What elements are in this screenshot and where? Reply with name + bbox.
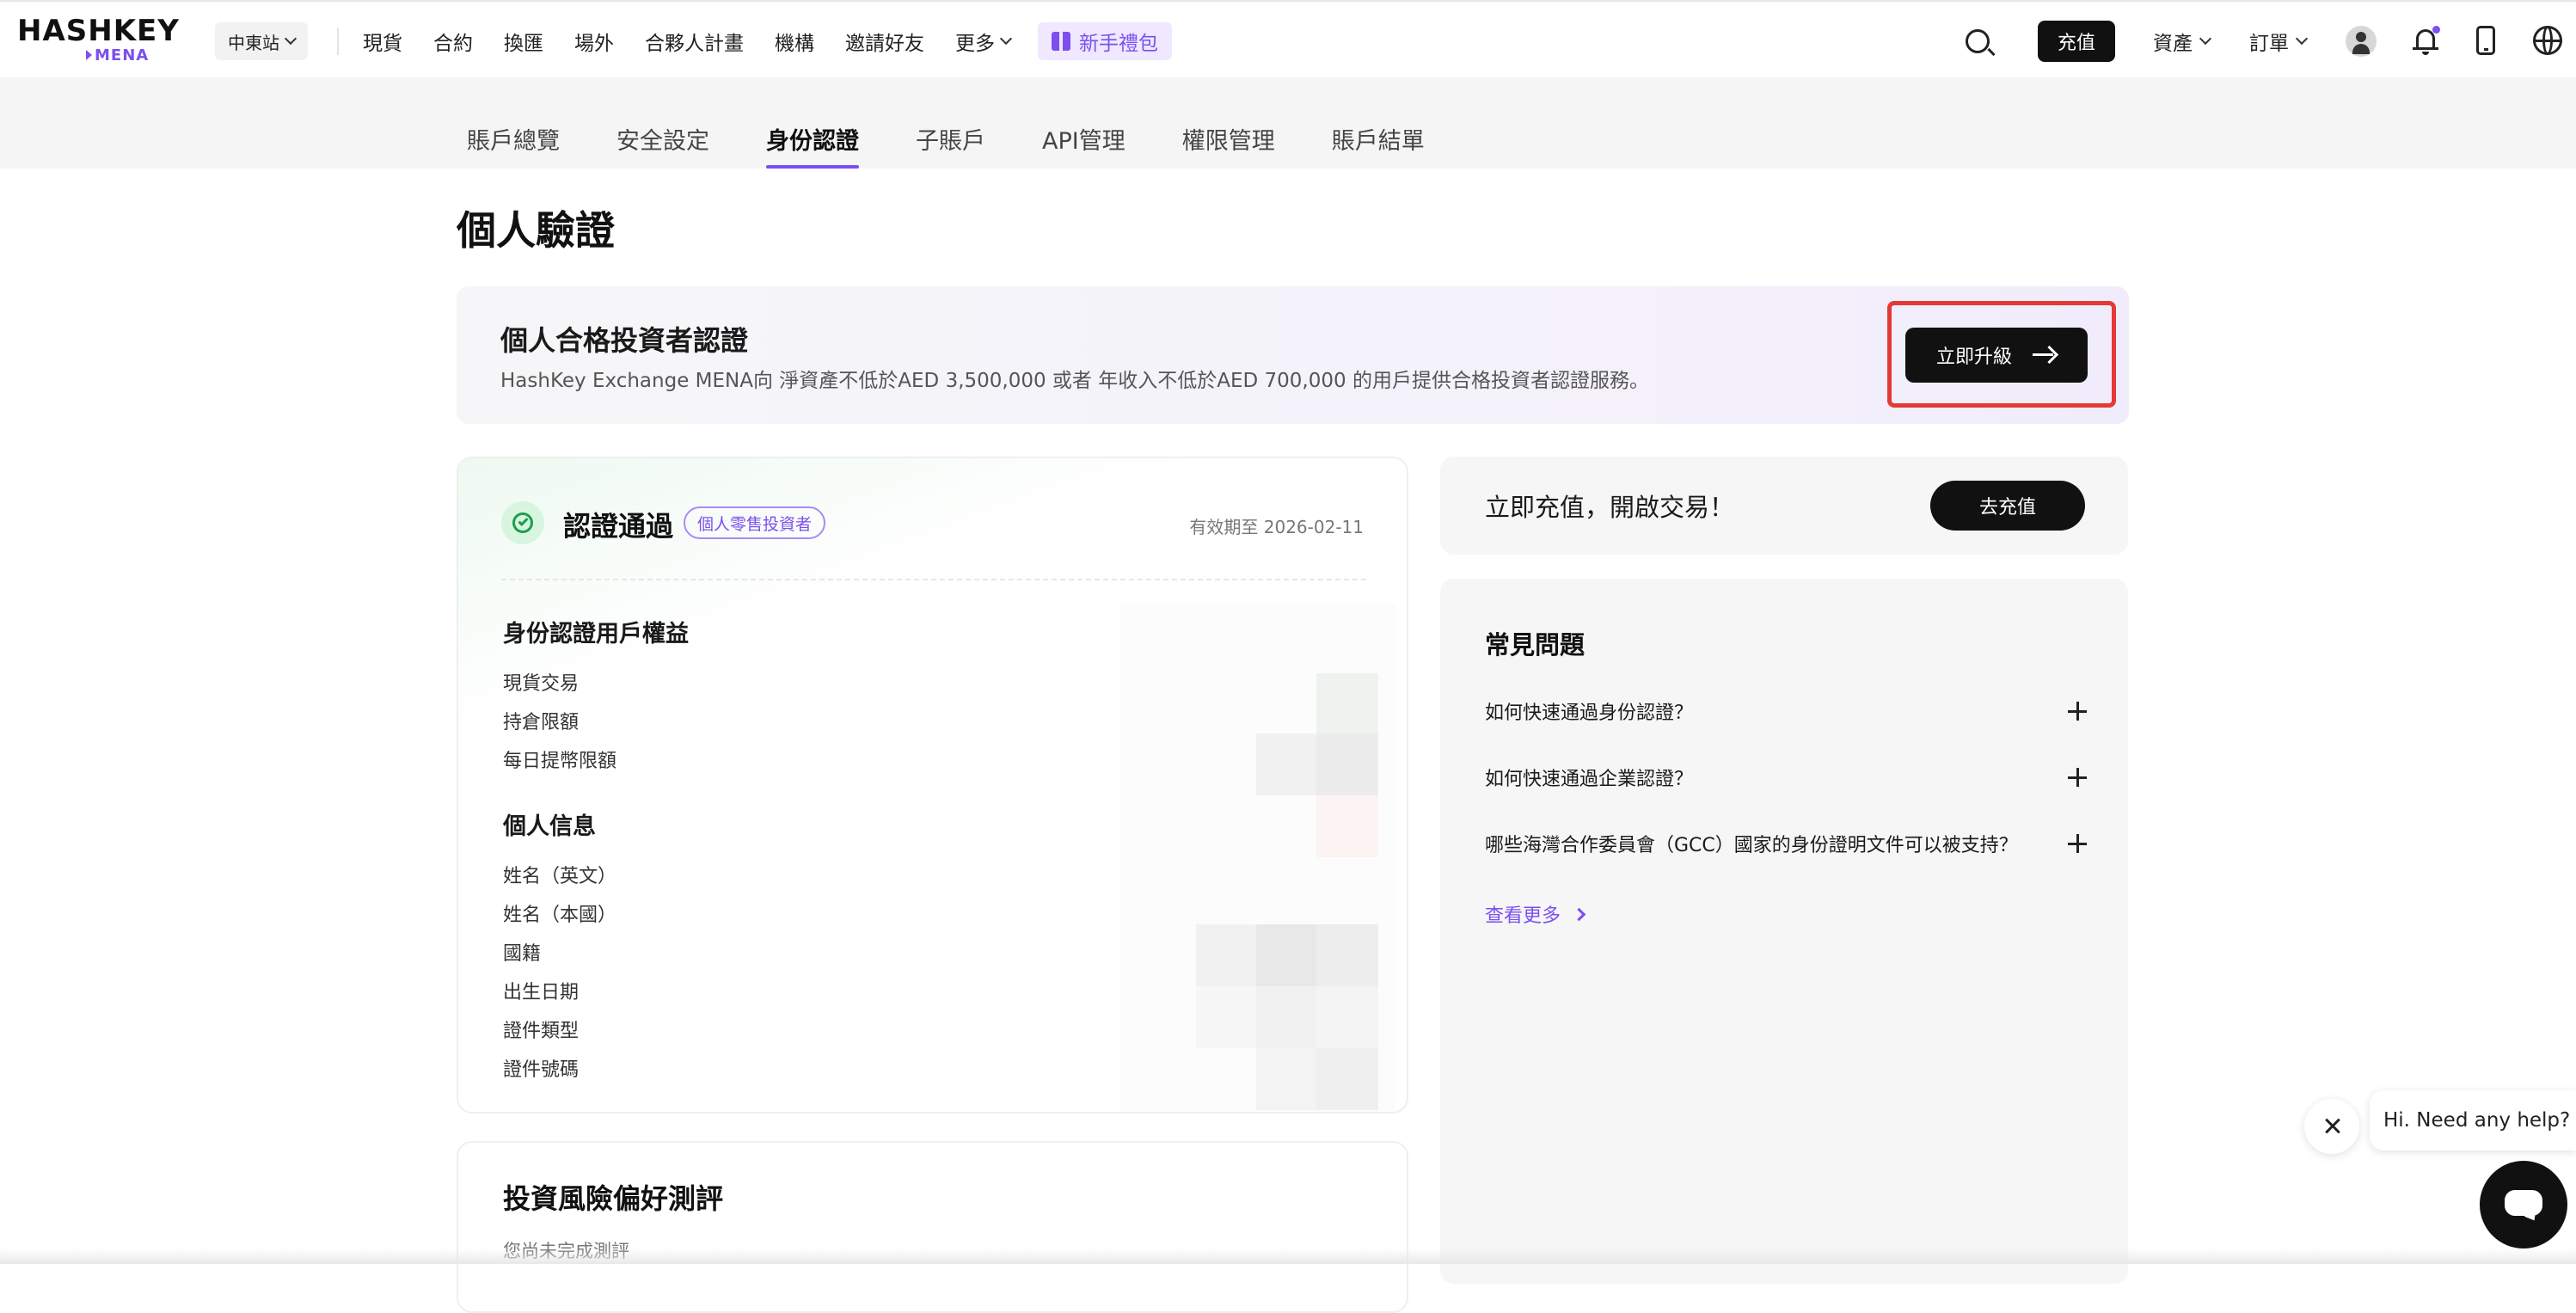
gift-label: 新手禮包 — [1079, 33, 1158, 55]
orders-menu[interactable]: 訂單 — [2249, 26, 2309, 57]
nav-institution[interactable]: 機構 — [775, 27, 814, 56]
account-tabs-band: 賬戶總覽 安全設定 身份認證 子賬戶 API管理 權限管理 賬戶結單 — [0, 77, 2576, 169]
faq-card: 常見問題 如何快速通過身份認證？ 如何快速通過企業認證？ 哪些海灣合作委員會（G… — [1440, 579, 2128, 1284]
faq-question: 如何快速通過企業認證？ — [1485, 769, 1694, 790]
chevron-down-icon — [2295, 32, 2309, 46]
plus-icon — [2068, 834, 2087, 853]
chat-launcher-button[interactable] — [2480, 1161, 2567, 1249]
tab-api-management[interactable]: API管理 — [1042, 122, 1125, 169]
personal-info-heading: 個人信息 — [503, 813, 596, 840]
banner-title: 個人合格投資者認證 — [500, 324, 749, 357]
verification-card: 認證通過 個人零售投資者 有效期至 2026-02-11 身份認證用戶權益 現貨… — [457, 457, 1408, 1114]
logo-wordmark: HASHKEY — [17, 14, 180, 48]
chevron-right-icon — [1572, 907, 1586, 921]
upgrade-now-button[interactable]: 立即升級 — [1905, 328, 2088, 383]
benefit-position-limit: 持倉限額 — [503, 712, 580, 733]
plus-icon — [2068, 702, 2087, 721]
qualified-investor-banner: 個人合格投資者認證 HashKey Exchange MENA向 淨資產不低於A… — [457, 286, 2129, 424]
redacted-values — [1120, 604, 1395, 1112]
chat-greeting[interactable]: Hi. Need any help? — [2370, 1090, 2576, 1150]
region-selector[interactable]: 中東站 — [215, 22, 308, 60]
notification-bell-icon[interactable] — [2411, 26, 2440, 57]
bottom-shadow — [0, 1249, 2576, 1264]
globe-icon[interactable] — [2533, 26, 2562, 55]
tab-identity-verification[interactable]: 身份認證 — [766, 122, 859, 169]
search-icon[interactable] — [1966, 29, 1990, 53]
info-id-type: 證件類型 — [503, 1021, 580, 1042]
view-more-label: 查看更多 — [1485, 905, 1561, 927]
faq-question: 如何快速通過身份認證？ — [1485, 703, 1694, 724]
verification-status: 認證通過 — [563, 510, 674, 543]
benefit-withdraw-limit: 每日提幣限額 — [503, 751, 617, 772]
nav-more[interactable]: 更多 — [955, 27, 1013, 56]
benefit-spot-trading: 現貨交易 — [503, 673, 580, 695]
notification-dot — [2432, 26, 2440, 34]
chat-close-icon[interactable] — [2304, 1099, 2359, 1154]
top-header: HASHKEY MENA 中東站 現貨 合約 換匯 場外 合夥人計畫 機構 邀請… — [0, 0, 2576, 77]
investor-type-badge: 個人零售投資者 — [684, 506, 826, 539]
nav-partner[interactable]: 合夥人計畫 — [645, 27, 744, 56]
mobile-app-icon[interactable] — [2476, 26, 2495, 55]
tab-permissions[interactable]: 權限管理 — [1182, 122, 1275, 169]
logo-sub: MENA — [86, 46, 149, 64]
tab-security-settings[interactable]: 安全設定 — [616, 122, 709, 169]
nav-otc[interactable]: 場外 — [574, 27, 614, 56]
chat-bubble-icon — [2505, 1190, 2542, 1216]
info-nationality: 國籍 — [503, 943, 542, 965]
faq-item[interactable]: 如何快速通過身份認證？ — [1485, 694, 2087, 728]
risk-title: 投資風險偏好測評 — [503, 1182, 724, 1215]
tab-sub-accounts[interactable]: 子賬戶 — [916, 122, 985, 169]
chevron-down-icon — [2199, 32, 2212, 46]
nav-invite[interactable]: 邀請好友 — [845, 27, 924, 56]
assets-menu[interactable]: 資產 — [2153, 26, 2212, 57]
risk-assessment-card: 投資風險偏好測評 您尚未完成測評 — [457, 1141, 1408, 1313]
newbie-gift-button[interactable]: 新手禮包 — [1038, 22, 1172, 60]
arrow-right-icon — [2033, 347, 2057, 364]
tab-statements[interactable]: 賬戶結單 — [1332, 122, 1425, 169]
faq-title: 常見問題 — [1485, 630, 1585, 660]
chevron-down-icon — [999, 32, 1013, 46]
banner-description: HashKey Exchange MENA向 淨資產不低於AED 3,500,0… — [500, 370, 1649, 392]
nav-futures[interactable]: 合約 — [433, 27, 473, 56]
upgrade-label: 立即升級 — [1935, 347, 2012, 368]
info-birth-date: 出生日期 — [503, 982, 580, 1003]
nav-more-label: 更多 — [955, 33, 995, 55]
info-name-native: 姓名（本國） — [503, 905, 617, 926]
nav-spot[interactable]: 現貨 — [363, 27, 402, 56]
nav-convert[interactable]: 換匯 — [504, 27, 543, 56]
gift-icon — [1052, 32, 1070, 51]
orders-label: 訂單 — [2249, 33, 2289, 55]
valid-until: 有效期至 2026-02-11 — [1189, 517, 1364, 537]
divider — [501, 579, 1366, 580]
assets-label: 資產 — [2153, 33, 2193, 55]
check-circle-icon — [501, 501, 544, 544]
chevron-down-icon — [284, 32, 297, 46]
tab-account-overview[interactable]: 賬戶總覽 — [467, 122, 560, 169]
faq-question: 哪些海灣合作委員會（GCC）國家的身份證明文件可以被支持？ — [1485, 835, 2018, 856]
main-nav: 現貨 合約 換匯 場外 合夥人計畫 機構 邀請好友 更多 新手禮包 — [363, 22, 1172, 60]
info-name-en: 姓名（英文） — [503, 866, 617, 887]
hashkey-logo[interactable]: HASHKEY MENA — [17, 14, 179, 67]
deposit-prompt-card: 立即充值，開啟交易！ 去充值 — [1440, 457, 2128, 555]
plus-icon — [2068, 768, 2087, 787]
go-deposit-button[interactable]: 去充值 — [1930, 481, 2085, 531]
divider — [337, 28, 339, 55]
header-deposit-button[interactable]: 充值 — [2038, 21, 2115, 62]
account-tabs: 賬戶總覽 安全設定 身份認證 子賬戶 API管理 權限管理 賬戶結單 — [467, 122, 1481, 169]
faq-item[interactable]: 如何快速通過企業認證？ — [1485, 760, 2087, 795]
page-title: 個人驗證 — [457, 207, 615, 254]
view-more-link[interactable]: 查看更多 — [1485, 900, 1586, 928]
deposit-prompt-text: 立即充值，開啟交易！ — [1485, 493, 1735, 522]
faq-item[interactable]: 哪些海灣合作委員會（GCC）國家的身份證明文件可以被支持？ — [1485, 826, 2087, 861]
region-label: 中東站 — [228, 32, 279, 53]
benefits-heading: 身份認證用戶權益 — [503, 621, 689, 647]
user-avatar-icon[interactable] — [2346, 26, 2377, 57]
info-id-number: 證件號碼 — [503, 1059, 580, 1081]
